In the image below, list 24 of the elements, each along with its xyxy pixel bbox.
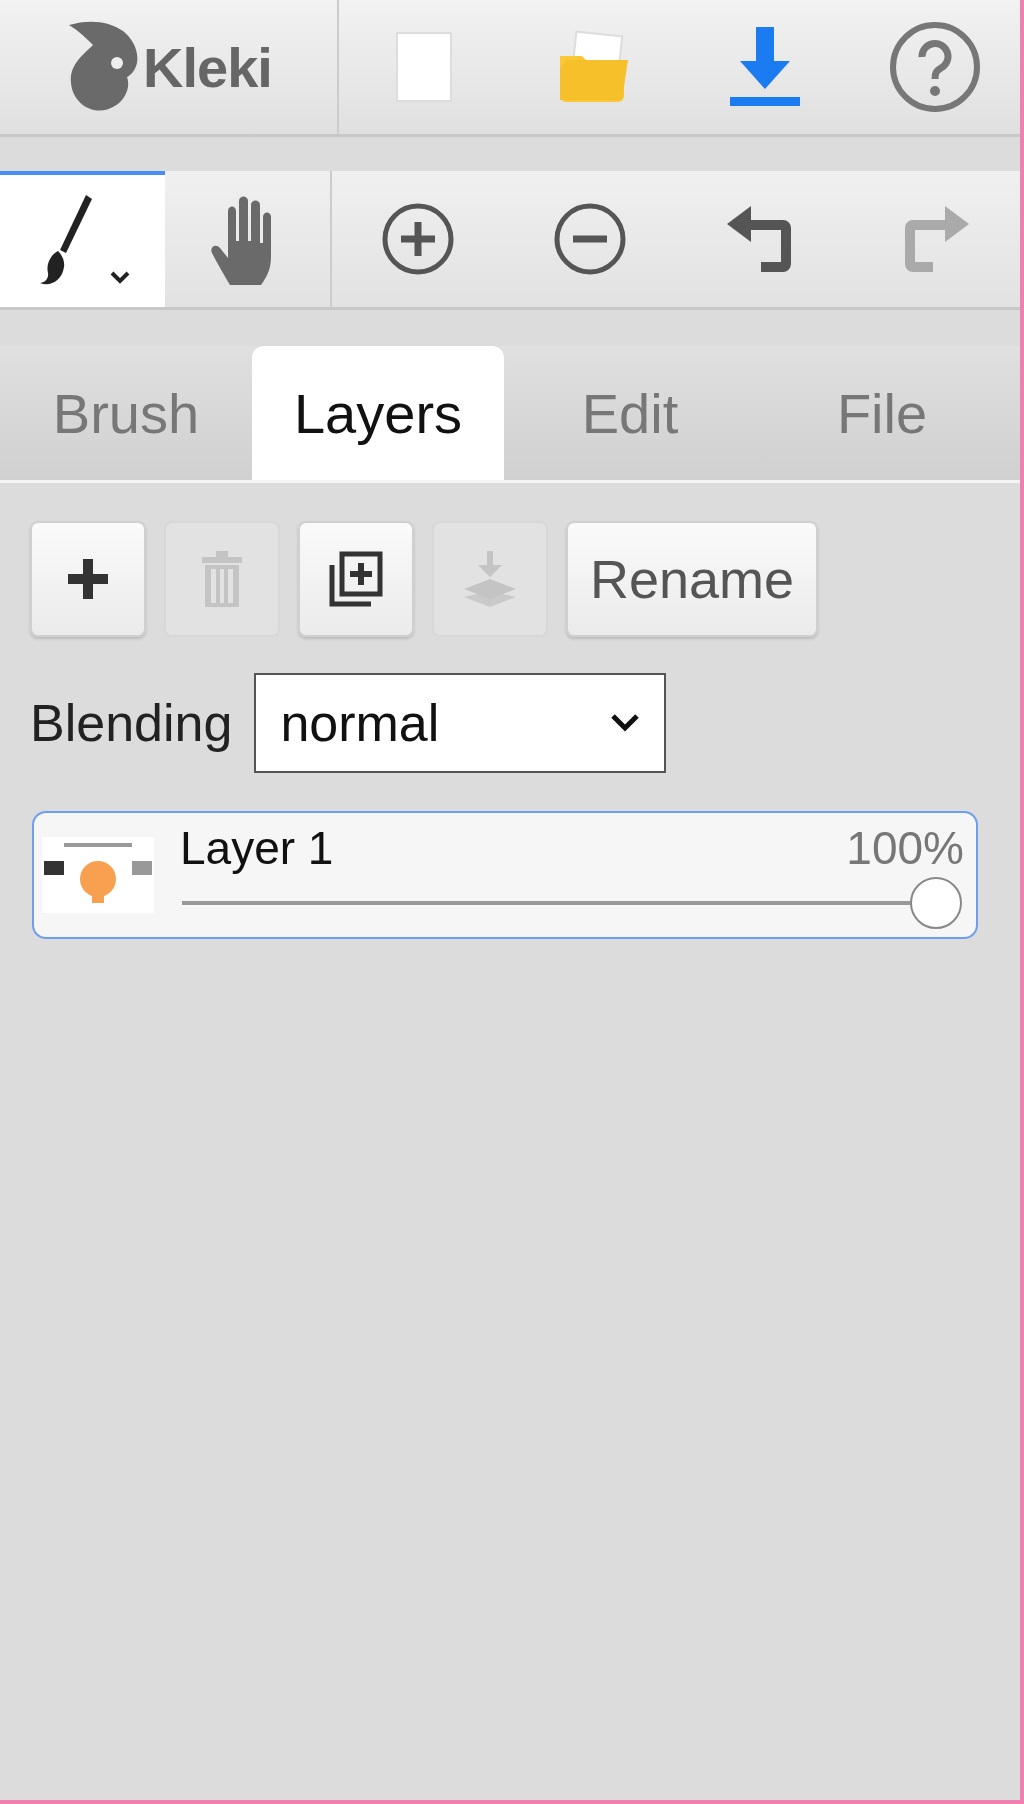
- blending-select[interactable]: normal: [254, 673, 667, 773]
- download-icon: [729, 27, 800, 107]
- brush-tool[interactable]: [0, 171, 165, 307]
- add-layer-button[interactable]: [30, 521, 146, 637]
- layer-name: Layer 1: [180, 821, 334, 875]
- plus-icon: [68, 559, 108, 599]
- folder-icon: [558, 30, 631, 104]
- duplicate-icon: [329, 551, 383, 607]
- merge-down-icon: [464, 551, 516, 607]
- trash-icon: [202, 551, 242, 607]
- duplicate-layer-button[interactable]: [298, 521, 414, 637]
- layer-item[interactable]: Layer 1 100%: [32, 811, 978, 939]
- zoom-in-icon: [381, 202, 455, 276]
- opacity-value: 100%: [846, 821, 964, 875]
- app-logo: Kleki: [143, 34, 272, 100]
- blank-page-icon: [395, 31, 454, 103]
- panel-tab[interactable]: Layers: [252, 346, 504, 480]
- blending-label: Blending: [30, 693, 233, 753]
- opacity-slider[interactable]: [182, 877, 962, 929]
- zoom-out-icon: [553, 202, 627, 276]
- help-icon: [888, 21, 981, 113]
- slider-thumb[interactable]: [910, 877, 962, 929]
- chevron-icon: [610, 713, 641, 733]
- rename-button[interactable]: Rename: [566, 521, 819, 637]
